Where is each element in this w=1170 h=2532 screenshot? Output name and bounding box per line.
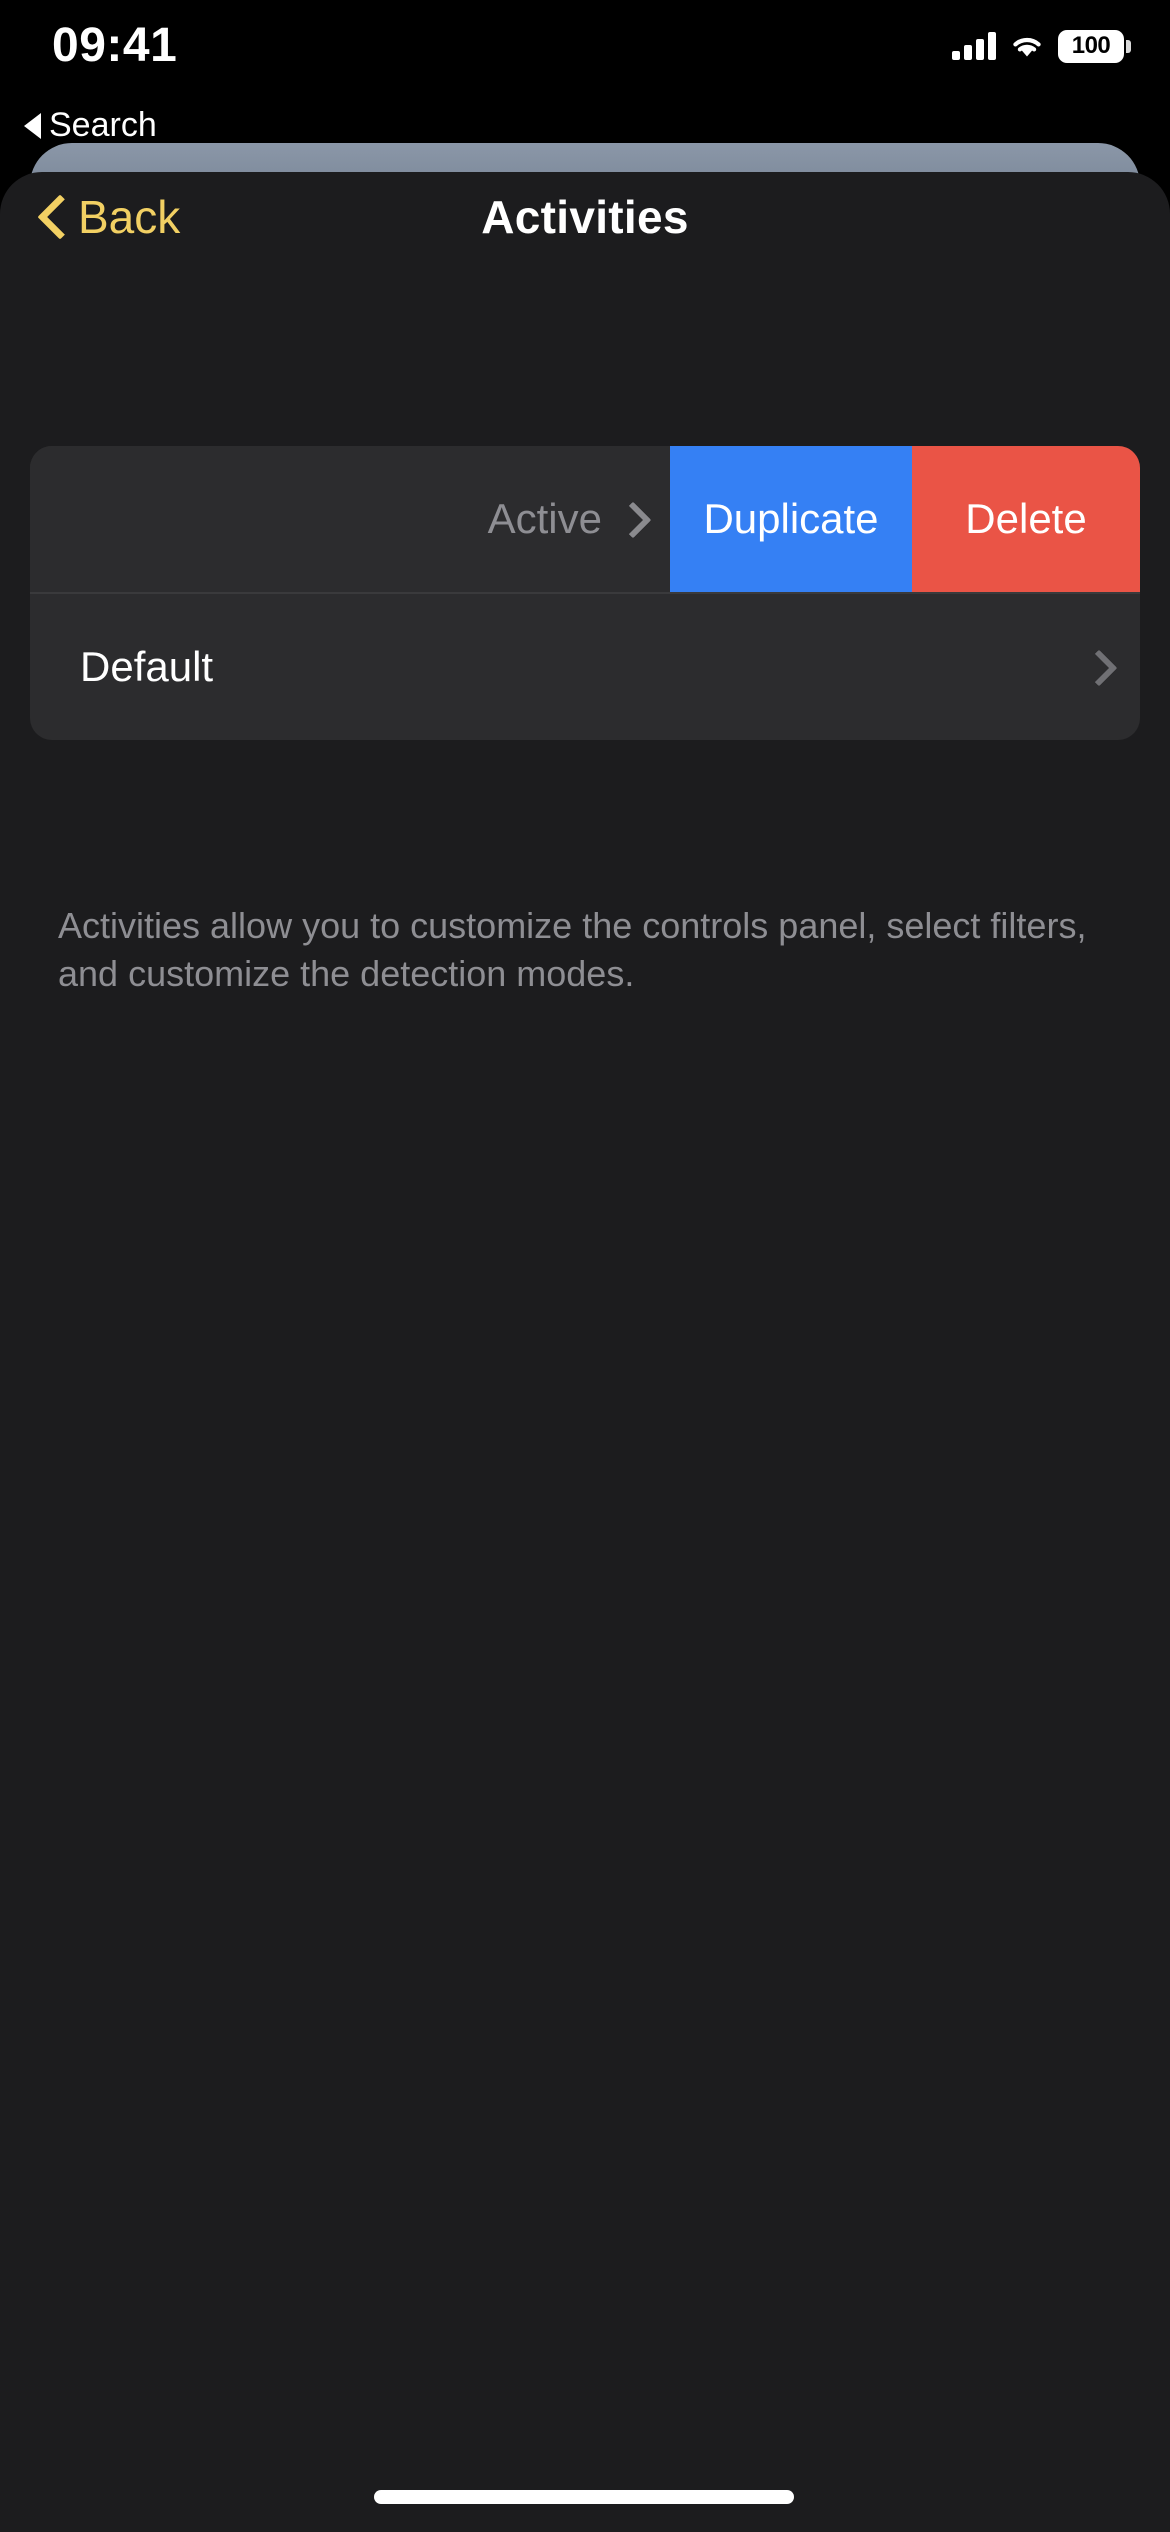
chevron-right-icon	[1086, 651, 1104, 683]
back-to-app-button[interactable]: Search	[24, 106, 157, 145]
activities-list: Active Duplicate Delete Default	[30, 446, 1140, 740]
table-row[interactable]: Active Duplicate Delete	[30, 446, 1140, 592]
battery-level-label: 100	[1071, 32, 1111, 59]
activity-status-label: Active	[487, 495, 602, 542]
activity-name-label: Default	[80, 643, 214, 690]
list-footer-note: Activities allow you to customize the co…	[58, 905, 1087, 994]
navigation-bar: Back Activities	[0, 172, 1170, 270]
delete-button[interactable]: Delete	[912, 446, 1140, 592]
settings-sheet: Back Activities Active Duplicate Delete	[0, 172, 1170, 2532]
battery-icon: 100	[1058, 29, 1131, 63]
chevron-right-icon	[620, 503, 638, 535]
home-indicator[interactable]	[374, 2490, 794, 2504]
phone-screen: 09:41 100 Search Back Activities Active …	[0, 0, 1170, 2532]
swipe-action-buttons: Duplicate Delete	[670, 446, 1140, 592]
status-bar-time: 09:41	[52, 19, 178, 72]
status-bar-indicators: 100	[952, 26, 1131, 66]
cellular-bars-icon	[952, 32, 996, 60]
wifi-icon	[1010, 33, 1044, 59]
back-to-app-label: Search	[49, 106, 157, 144]
triangle-left-icon	[24, 112, 41, 139]
status-bar: 09:41 100	[0, 0, 1170, 104]
duplicate-button[interactable]: Duplicate	[670, 446, 912, 592]
activity-row-content[interactable]: Active	[30, 446, 670, 592]
page-title: Activities	[481, 191, 689, 243]
table-row[interactable]: Default	[30, 594, 1140, 740]
activity-status: Active	[488, 495, 638, 543]
